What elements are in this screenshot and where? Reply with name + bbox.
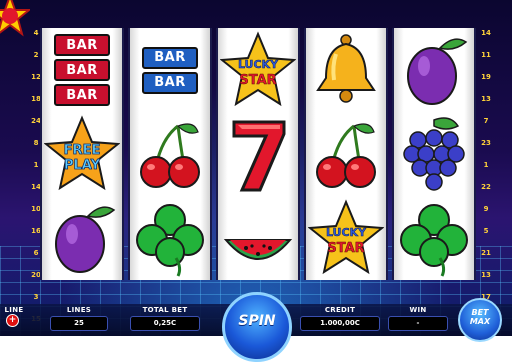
lines-value: 25 — [50, 316, 108, 331]
win-label: WIN — [409, 306, 427, 314]
payline-number: 13 — [481, 95, 491, 103]
credit-value: 1.000,00C — [300, 316, 380, 331]
payline-number: 5 — [483, 227, 489, 235]
reel-2: BAR BAR — [128, 28, 212, 280]
reel-4: LUCKY STAR — [304, 28, 388, 280]
free-play-text-1: FREE — [64, 143, 101, 158]
bar-tile: BAR — [54, 59, 110, 81]
symbol-plum — [394, 28, 474, 112]
payline-number: 23 — [481, 139, 491, 147]
bar-tile: BAR — [54, 84, 110, 106]
total-bet-value: 0,25C — [130, 316, 200, 331]
win-value: - — [388, 316, 448, 331]
payline-number: 9 — [483, 205, 489, 213]
line-increase-button[interactable]: + — [6, 314, 19, 327]
lucky-star-text-1: LUCKY — [326, 226, 367, 239]
payline-number: 21 — [481, 249, 491, 257]
reels-area: BAR BAR BAR FREE PLAY BAR BAR LUCKY STAR… — [40, 28, 476, 280]
symbol-seven — [218, 112, 298, 196]
lines-label: LINES — [66, 306, 92, 314]
spin-button[interactable]: SPIN — [222, 292, 292, 362]
game-logo-badge — [0, 0, 30, 37]
payline-number: 11 — [481, 51, 491, 59]
total-bet-readout: TOTAL BET 0,25C — [130, 306, 200, 331]
symbol-watermelon — [218, 196, 298, 280]
line-label: LINE — [4, 306, 24, 314]
symbol-bell — [306, 28, 386, 112]
symbol-plum — [42, 196, 122, 280]
symbol-grapes — [394, 112, 474, 196]
payline-number: 13 — [481, 271, 491, 279]
bar-tile: BAR — [54, 34, 110, 56]
bar-tile: BAR — [142, 46, 198, 69]
lucky-star-text-2: STAR — [239, 73, 276, 88]
bet-max-button[interactable]: BET MAX — [458, 298, 502, 342]
lines-readout: LINES 25 — [50, 306, 108, 331]
symbol-clover — [130, 196, 210, 280]
bet-max-label-1: BET — [471, 308, 489, 317]
paylines-right: 141119137231229521131717 — [478, 22, 494, 323]
symbol-clover — [394, 196, 474, 280]
symbol-lucky-star: LUCKY STAR — [218, 28, 298, 112]
symbol-bar-triple: BAR BAR BAR — [42, 28, 122, 112]
payline-number: 19 — [481, 73, 491, 81]
payline-number: 14 — [481, 29, 491, 37]
symbol-cherries — [130, 112, 210, 196]
line-readout: LINE — [0, 306, 28, 314]
payline-number: 1 — [483, 161, 489, 169]
symbol-free-play: FREE PLAY — [42, 112, 122, 196]
symbol-lucky-star: LUCKY STAR — [306, 196, 386, 280]
payline-number: 22 — [481, 183, 491, 191]
reel-5 — [392, 28, 476, 280]
symbol-cherries — [306, 112, 386, 196]
credit-readout: CREDIT 1.000,00C — [300, 306, 380, 331]
total-bet-label: TOTAL BET — [142, 306, 188, 314]
win-readout: WIN - — [388, 306, 448, 331]
spin-label: SPIN — [238, 313, 276, 329]
free-play-text-2: PLAY — [64, 158, 101, 173]
symbol-bar-double: BAR BAR — [130, 28, 210, 112]
lucky-star-text-1: LUCKY — [238, 58, 279, 71]
credit-label: CREDIT — [324, 306, 356, 314]
payline-number: 7 — [483, 117, 489, 125]
reel-1: BAR BAR BAR FREE PLAY — [40, 28, 124, 280]
bet-max-label-2: MAX — [469, 317, 491, 326]
reel-3: LUCKY STAR — [216, 28, 300, 280]
lucky-star-text-2: STAR — [327, 241, 364, 256]
bar-tile: BAR — [142, 71, 198, 94]
